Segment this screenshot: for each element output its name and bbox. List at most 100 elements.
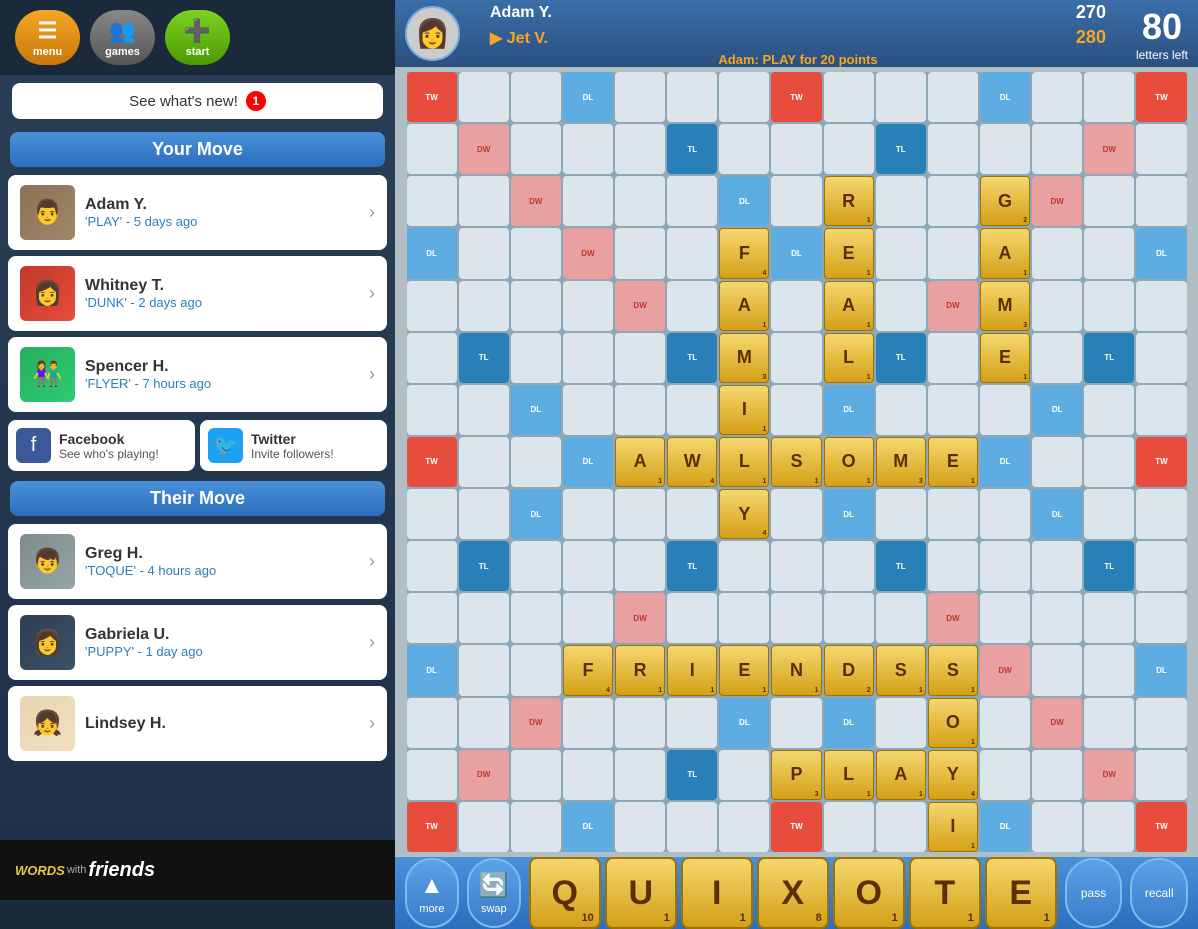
rack-tile-e[interactable]: E1 [985,857,1057,929]
cell: M3 [719,333,769,383]
cell [1136,750,1186,800]
pass-label: pass [1081,886,1106,900]
cell: DL [824,489,874,539]
cell [876,698,926,748]
rack-tile-x[interactable]: X8 [757,857,829,929]
cell [1136,385,1186,435]
cell [667,698,717,748]
your-move-header: Your Move [10,132,385,167]
game-item-whitney[interactable]: 👩 Whitney T. 'DUNK' - 2 days ago › [8,256,387,331]
player-word-greg: 'TOQUE' - 4 hours ago [85,563,359,578]
player1-score: 270 [1076,2,1106,23]
cell: TL [667,541,717,591]
cell [980,124,1030,174]
logo-words: WORDS [15,863,65,878]
games-button[interactable]: 👥 games [90,10,155,65]
cell [511,281,561,331]
cell: DW [459,750,509,800]
cell [824,593,874,643]
cell: TW [407,437,457,487]
menu-icon: ☰ [38,18,58,44]
cell: D2 [824,645,874,695]
cell [980,385,1030,435]
pass-button[interactable]: pass [1065,858,1123,928]
cell: Y4 [719,489,769,539]
cell [667,228,717,278]
cell: DW [980,645,1030,695]
cell: R1 [615,645,665,695]
start-button[interactable]: ➕ start [165,10,230,65]
cell: O1 [928,698,978,748]
cell: DL [407,228,457,278]
player-name-greg: Greg H. [85,545,359,563]
cell [615,385,665,435]
cell: M3 [876,437,926,487]
swap-button[interactable]: 🔄 swap [467,858,521,928]
game-info-adam: Adam Y. 'PLAY' - 5 days ago [85,196,359,229]
facebook-button[interactable]: f Facebook See who's playing! [8,420,195,471]
game-item-adam[interactable]: 👨 Adam Y. 'PLAY' - 5 days ago › [8,175,387,250]
cell [719,593,769,643]
player-word-spencer: 'FLYER' - 7 hours ago [85,376,359,391]
cell: DL [824,385,874,435]
cell: DW [1032,698,1082,748]
cell [459,698,509,748]
swap-label: swap [481,903,507,915]
cell: TW [771,802,821,852]
twitter-button[interactable]: 🐦 Twitter Invite followers! [200,420,387,471]
cell [928,333,978,383]
cell [459,645,509,695]
cell: TW [407,72,457,122]
cell [407,593,457,643]
more-label: more [419,903,444,915]
cell [876,802,926,852]
cell [511,541,561,591]
new-banner[interactable]: See what's new! 1 [12,83,383,119]
notification-badge: 1 [246,91,266,111]
rack-tile-u[interactable]: U1 [605,857,677,929]
cell [407,489,457,539]
cell [771,281,821,331]
game-info-whitney: Whitney T. 'DUNK' - 2 days ago [85,277,359,310]
game-item-gabriela[interactable]: 👩 Gabriela U. 'PUPPY' - 1 day ago › [8,605,387,680]
recall-button[interactable]: recall [1130,858,1188,928]
menu-button[interactable]: ☰ menu [15,10,80,65]
social-row: f Facebook See who's playing! 🐦 Twitter … [8,420,387,471]
cell: DW [511,176,561,226]
cell [1032,750,1082,800]
cell [1032,802,1082,852]
game-item-greg[interactable]: 👦 Greg H. 'TOQUE' - 4 hours ago › [8,524,387,599]
cell [876,72,926,122]
cell: DW [615,281,665,331]
cell: L1 [824,750,874,800]
cell: F4 [719,228,769,278]
cell [876,176,926,226]
cell: TL [1084,541,1134,591]
rack-tile-o[interactable]: O1 [833,857,905,929]
cell: A1 [876,750,926,800]
letters-count: 80 [1136,6,1188,48]
cell: TL [667,750,717,800]
rack-tile-q[interactable]: Q10 [529,857,601,929]
cell: F4 [563,645,613,695]
cell [771,489,821,539]
game-item-spencer[interactable]: 👫 Spencer H. 'FLYER' - 7 hours ago › [8,337,387,412]
cell [563,541,613,591]
player-name-lindsey: Lindsey H. [85,715,359,733]
cell [824,72,874,122]
game-item-lindsey[interactable]: 👧 Lindsey H. › [8,686,387,761]
cell [407,385,457,435]
cell [563,281,613,331]
cell [1084,281,1134,331]
avatar-greg: 👦 [20,534,75,589]
cell [667,385,717,435]
rack-tiles: Q10U1I1X8O1T1E1 [529,857,1057,929]
games-icon: 👥 [109,18,136,44]
rack-tile-t[interactable]: T1 [909,857,981,929]
player2-score: 280 [1076,27,1106,48]
cell [615,176,665,226]
rack-tile-i[interactable]: I1 [681,857,753,929]
cell [1136,698,1186,748]
more-button[interactable]: ▲ more [405,858,459,928]
cell: R1 [824,176,874,226]
